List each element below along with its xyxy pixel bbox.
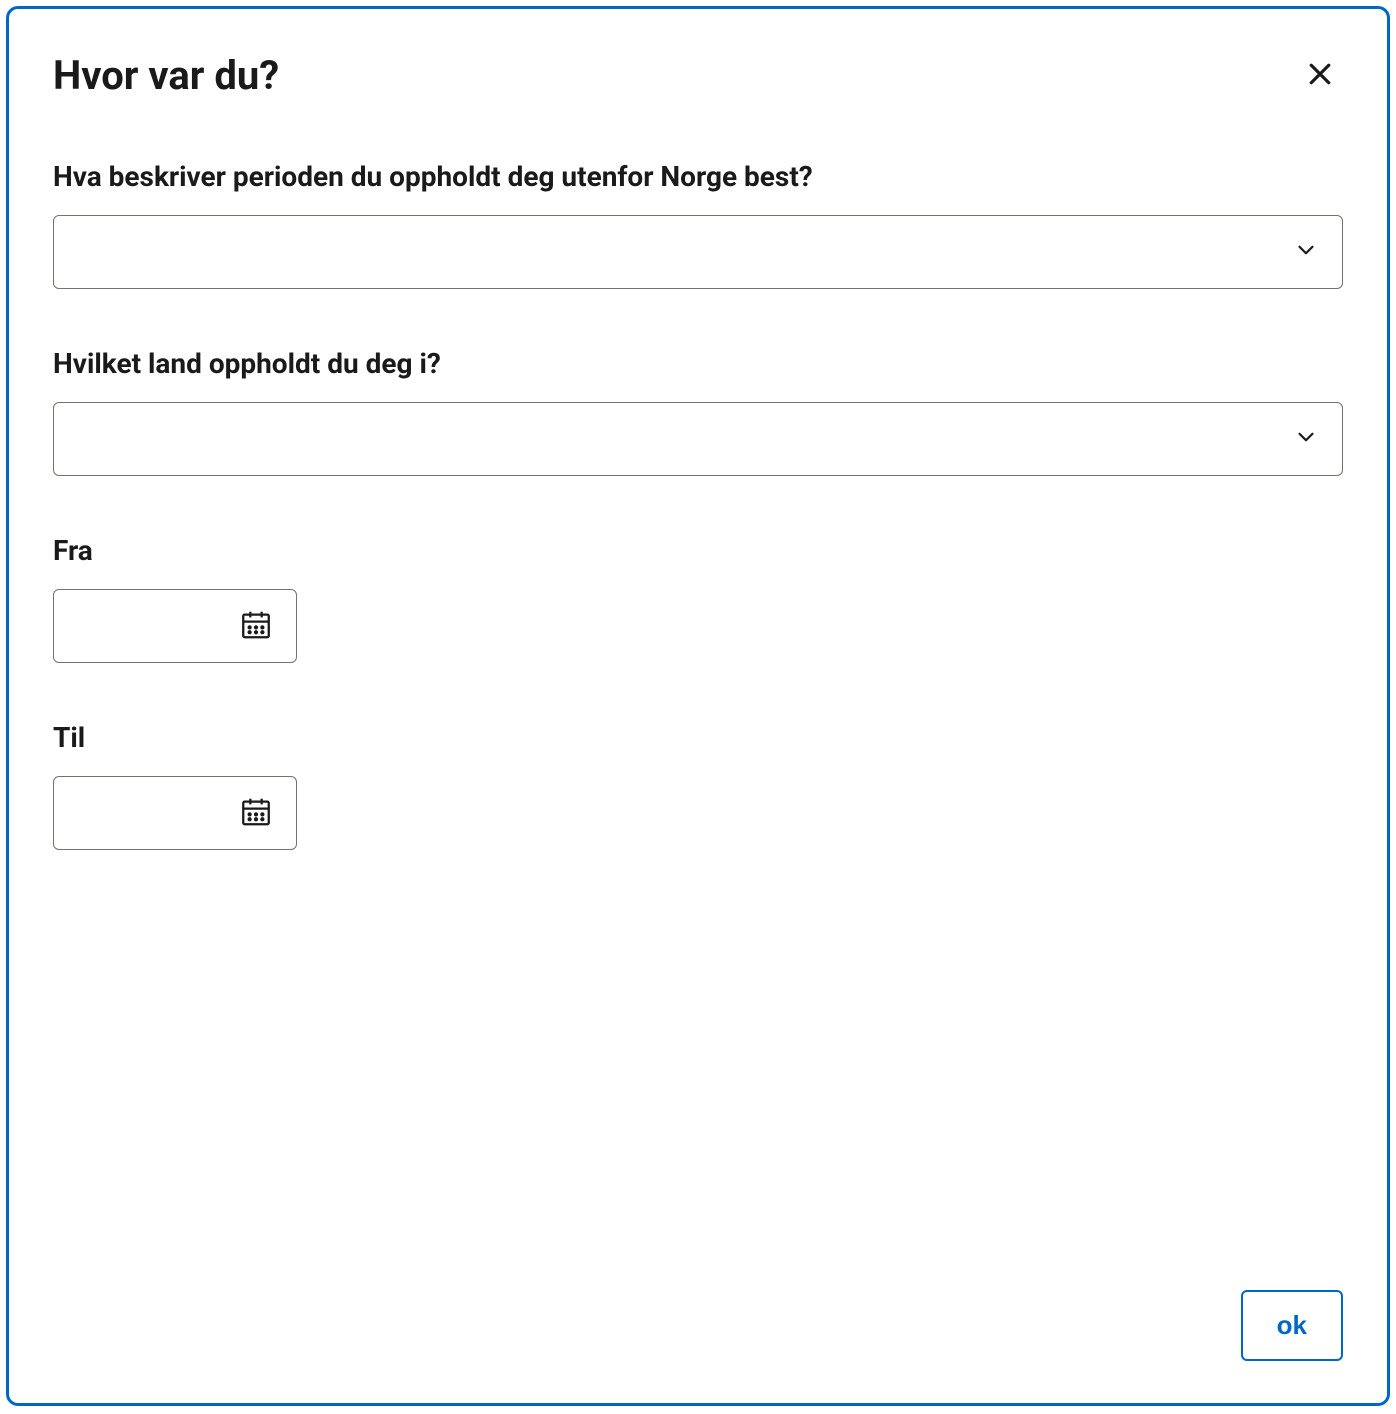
from-field-group: Fra [53, 534, 1343, 663]
calendar-icon [239, 608, 273, 645]
from-date-wrapper [53, 589, 297, 663]
country-label: Hvilket land oppholdt du deg i? [53, 347, 1343, 380]
to-field-group: Til [53, 721, 1343, 850]
close-button[interactable] [1297, 51, 1343, 100]
calendar-icon [239, 795, 273, 832]
modal-footer: ok [53, 1290, 1343, 1361]
period-select[interactable] [53, 215, 1343, 289]
country-select[interactable] [53, 402, 1343, 476]
to-label: Til [53, 721, 1343, 754]
ok-button[interactable]: ok [1241, 1290, 1343, 1361]
to-date-wrapper [53, 776, 297, 850]
country-field-group: Hvilket land oppholdt du deg i? [53, 347, 1343, 476]
modal-title: Hvor var du? [53, 52, 279, 99]
period-select-wrapper [53, 215, 1343, 289]
from-label: Fra [53, 534, 1343, 567]
close-icon [1305, 59, 1335, 92]
to-calendar-button[interactable] [235, 791, 277, 836]
modal-dialog: Hvor var du? Hva beskriver perioden du o… [6, 6, 1390, 1406]
period-field-group: Hva beskriver perioden du oppholdt deg u… [53, 160, 1343, 289]
modal-header: Hvor var du? [53, 51, 1343, 100]
period-label: Hva beskriver perioden du oppholdt deg u… [53, 160, 1343, 193]
from-calendar-button[interactable] [235, 604, 277, 649]
country-select-wrapper [53, 402, 1343, 476]
